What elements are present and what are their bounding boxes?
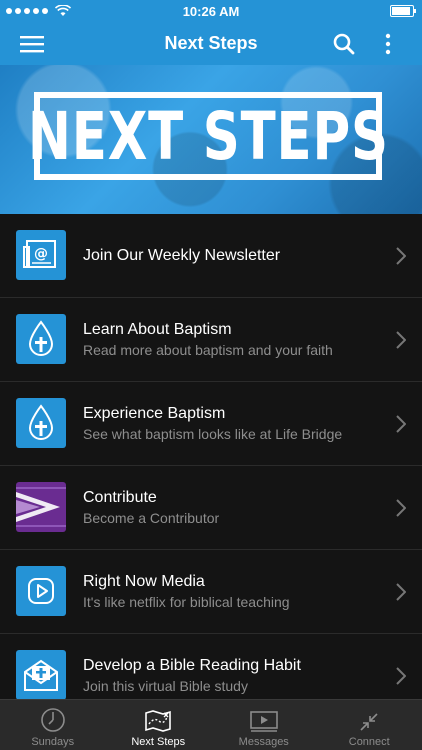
play-icon [16, 566, 66, 616]
newsletter-icon: @ [16, 230, 66, 280]
list-item-title: Contribute [83, 489, 157, 506]
chevron-right-icon [396, 666, 406, 685]
battery-icon [390, 5, 416, 17]
list-item-newsletter[interactable]: @ Join Our Weekly Newsletter [0, 214, 422, 298]
map-icon [145, 710, 172, 732]
list-item-subtitle: Become a Contributor [83, 510, 220, 526]
tab-next-steps[interactable]: Next Steps [106, 700, 212, 750]
connect-icon [360, 713, 378, 731]
chevron-right-icon [396, 498, 406, 517]
list-item-contribute[interactable]: Contribute Become a Contributor [0, 466, 422, 550]
list-item-title: Right Now Media [83, 573, 205, 590]
tab-connect[interactable]: Connect [317, 700, 422, 750]
list-item-title: Learn About Baptism [83, 321, 232, 338]
status-bar: 10:26 AM [0, 0, 422, 22]
tab-label: Sundays [31, 736, 75, 748]
list-item-subtitle: Read more about baptism and your faith [83, 342, 333, 358]
list-item-title: Experience Baptism [83, 405, 226, 422]
tab-messages[interactable]: Messages [211, 700, 317, 750]
search-icon [333, 33, 355, 54]
tab-label: Connect [348, 736, 390, 748]
list-item-experience-baptism[interactable]: Experience Baptism See what baptism look… [0, 382, 422, 466]
hero-title: NEXT STEPS [27, 97, 389, 175]
video-icon [249, 711, 278, 732]
list-item-subtitle: Join this virtual Bible study [83, 678, 248, 694]
clock-icon [40, 708, 65, 732]
list-item-subtitle: See what baptism looks like at Life Brid… [83, 426, 343, 442]
status-time: 10:26 AM [182, 3, 240, 19]
more-options-button[interactable] [366, 22, 410, 65]
list-item-title: Join Our Weekly Newsletter [83, 246, 281, 264]
tab-label: Next Steps [131, 736, 186, 748]
svg-text:@: @ [34, 246, 48, 262]
tab-bar: Sundays Next Steps Messages Connect [0, 699, 422, 750]
list-item-learn-baptism[interactable]: Learn About Baptism Read more about bapt… [0, 298, 422, 382]
next-steps-list: @ Join Our Weekly Newsletter Learn About… [0, 214, 422, 718]
chevron-right-icon [396, 246, 406, 265]
tab-sundays[interactable]: Sundays [0, 700, 106, 750]
tab-label: Messages [238, 736, 289, 748]
hero-banner: NEXT STEPS [0, 65, 422, 214]
list-item-title: Develop a Bible Reading Habit [83, 657, 301, 674]
chevron-right-icon [396, 582, 406, 601]
chevron-right-icon [396, 414, 406, 433]
chevron-right-icon [396, 330, 406, 349]
contribute-logo-icon [16, 482, 66, 532]
more-vertical-icon [385, 33, 391, 54]
hero-title-box: NEXT STEPS [28, 92, 388, 180]
water-cross-icon [16, 398, 66, 448]
search-button[interactable] [322, 22, 366, 65]
list-item-subtitle: It's like netflix for biblical teaching [83, 594, 290, 610]
navigation-bar: Next Steps [0, 22, 422, 65]
list-item-right-now-media[interactable]: Right Now Media It's like netflix for bi… [0, 550, 422, 634]
bible-envelope-icon [16, 650, 66, 700]
water-cross-icon [16, 314, 66, 364]
